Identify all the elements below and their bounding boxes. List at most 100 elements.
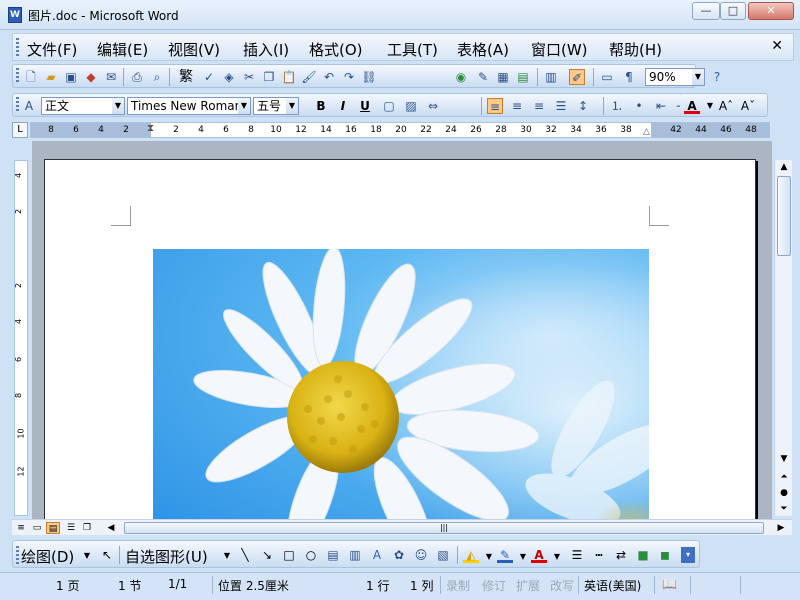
outline-view-icon[interactable]: ☰: [64, 522, 78, 534]
web-icon[interactable]: ◉: [453, 69, 469, 85]
menu-insert[interactable]: 插入(I): [243, 39, 289, 60]
shadow-style-icon[interactable]: ■: [635, 547, 651, 563]
copy-icon[interactable]: ❐: [261, 69, 277, 85]
chevron-down-icon[interactable]: ▼: [481, 549, 497, 565]
char-border-icon[interactable]: ▢: [381, 98, 397, 114]
font-select[interactable]: Times New Roman ▼: [127, 97, 251, 115]
styles-formatting-icon[interactable]: A: [21, 98, 37, 114]
print-icon[interactable]: ⎙: [129, 69, 145, 85]
status-extend[interactable]: 扩展: [516, 577, 540, 594]
indent-marker[interactable]: ⧗: [147, 123, 154, 134]
vertical-scrollbar[interactable]: ▲ ▼ ⏶ ● ⏷: [774, 160, 792, 516]
toolbar-grip[interactable]: [16, 546, 19, 564]
traditional-chinese-button[interactable]: 繁: [175, 69, 197, 85]
status-record[interactable]: 录制: [446, 577, 470, 594]
bullets-icon[interactable]: •: [631, 98, 647, 114]
chevron-down-icon[interactable]: ▼: [692, 69, 704, 85]
close-button[interactable]: ✕: [748, 2, 794, 20]
menu-help[interactable]: 帮助(H): [609, 39, 662, 60]
tables-borders-icon[interactable]: ✎: [475, 69, 491, 85]
scroll-right-icon[interactable]: ▶: [774, 522, 788, 534]
numbering-icon[interactable]: ⒈: [609, 98, 625, 114]
line-tool-icon[interactable]: ╲: [237, 547, 253, 563]
chevron-down-icon[interactable]: ▼: [515, 549, 531, 565]
underline-button[interactable]: U: [357, 98, 373, 114]
document-map-icon[interactable]: ▭: [599, 69, 615, 85]
oval-tool-icon[interactable]: ○: [303, 547, 319, 563]
drawing-icon[interactable]: ✐: [569, 69, 585, 85]
align-center-icon[interactable]: ≡: [509, 98, 525, 114]
wordart-icon[interactable]: A: [369, 547, 385, 563]
toolbar-grip[interactable]: [16, 97, 19, 113]
align-left-icon[interactable]: ≡: [487, 98, 503, 114]
fill-color-icon[interactable]: ◭: [463, 547, 479, 563]
font-color-icon[interactable]: A: [531, 547, 547, 563]
close-document-button[interactable]: ✕: [771, 38, 783, 54]
line-color-icon[interactable]: ✎: [497, 547, 513, 563]
rectangle-tool-icon[interactable]: □: [281, 547, 297, 563]
menu-window[interactable]: 窗口(W): [531, 39, 588, 60]
document-page[interactable]: [44, 159, 756, 519]
open-folder-icon[interactable]: ▰: [43, 69, 59, 85]
previous-page-icon[interactable]: ⏶: [777, 470, 791, 484]
cut-icon[interactable]: ✂: [241, 69, 257, 85]
save-icon[interactable]: ▣: [63, 69, 79, 85]
decrease-indent-icon[interactable]: ⇤: [653, 98, 669, 114]
font-size-select[interactable]: 五号 ▼: [253, 97, 299, 115]
chevron-down-icon[interactable]: ▼: [219, 548, 235, 564]
web-layout-view-icon[interactable]: ▭: [30, 522, 44, 534]
print-preview-icon[interactable]: ⌕: [149, 69, 165, 85]
new-document-icon[interactable]: 🗋: [23, 69, 39, 85]
menu-file[interactable]: 文件(F): [27, 39, 77, 60]
paste-icon[interactable]: 📋: [281, 69, 297, 85]
menu-tools[interactable]: 工具(T): [387, 39, 438, 60]
draw-menu-button[interactable]: 绘图(D): [21, 546, 74, 567]
insert-table-icon[interactable]: ▦: [495, 69, 511, 85]
vertical-scroll-thumb[interactable]: [777, 176, 791, 256]
help-icon[interactable]: ?: [709, 69, 725, 85]
char-shading-icon[interactable]: ▨: [403, 98, 419, 114]
chevron-down-icon[interactable]: ▼: [112, 98, 124, 114]
line-spacing-icon[interactable]: ↕: [575, 98, 591, 114]
undo-icon[interactable]: ↶: [321, 69, 337, 85]
scroll-down-icon[interactable]: ▼: [777, 452, 791, 466]
text-box-icon[interactable]: ▤: [325, 547, 341, 563]
right-indent-marker[interactable]: △: [643, 127, 650, 137]
vertical-ruler[interactable]: 4 2 2 4 6 8 10 12: [14, 160, 28, 516]
insert-excel-icon[interactable]: ▤: [515, 69, 531, 85]
select-objects-icon[interactable]: ↖: [99, 547, 115, 563]
justify-icon[interactable]: ☰: [553, 98, 569, 114]
zoom-select[interactable]: 90% ▼: [645, 68, 705, 86]
reading-layout-view-icon[interactable]: ❐: [80, 522, 94, 534]
maximize-button[interactable]: □: [720, 2, 746, 20]
spelling-icon[interactable]: ✓: [201, 69, 217, 85]
status-overtype[interactable]: 改写: [550, 577, 574, 594]
scroll-left-icon[interactable]: ◀: [104, 522, 118, 534]
font-color-button[interactable]: A: [684, 98, 700, 114]
document-area[interactable]: [32, 141, 772, 519]
shrink-font-icon[interactable]: Aˇ: [740, 98, 756, 114]
columns-icon[interactable]: ▥: [543, 69, 559, 85]
chevron-down-icon[interactable]: ▼: [286, 98, 298, 114]
show-hide-icon[interactable]: ¶: [621, 69, 637, 85]
menu-table[interactable]: 表格(A): [457, 39, 509, 60]
3d-style-icon[interactable]: ◼: [657, 547, 673, 563]
insert-picture-icon[interactable]: ▧: [435, 547, 451, 563]
toolbar-grip[interactable]: [16, 68, 19, 84]
chevron-down-icon[interactable]: ▼: [238, 98, 250, 114]
menu-edit[interactable]: 编辑(E): [97, 39, 148, 60]
autoshapes-menu-button[interactable]: 自选图形(U): [125, 546, 208, 567]
chevron-down-icon[interactable]: ▼: [702, 98, 718, 114]
style-select[interactable]: 正文 ▼: [41, 97, 125, 115]
horizontal-ruler[interactable]: 8 6 4 2 2 4 6 8 10 12 14 16 18 20 22 24 …: [30, 122, 770, 138]
email-icon[interactable]: ✉: [103, 69, 119, 85]
research-icon[interactable]: ◈: [221, 69, 237, 85]
format-painter-icon[interactable]: 🖌: [301, 69, 317, 85]
spelling-status-icon[interactable]: 📖: [662, 577, 677, 591]
word-app-icon[interactable]: W: [8, 7, 22, 23]
line-style-icon[interactable]: ☰: [569, 547, 585, 563]
menu-format[interactable]: 格式(O): [309, 39, 363, 60]
minimize-button[interactable]: —: [692, 2, 720, 20]
diagram-icon[interactable]: ✿: [391, 547, 407, 563]
inserted-picture[interactable]: [153, 249, 649, 519]
